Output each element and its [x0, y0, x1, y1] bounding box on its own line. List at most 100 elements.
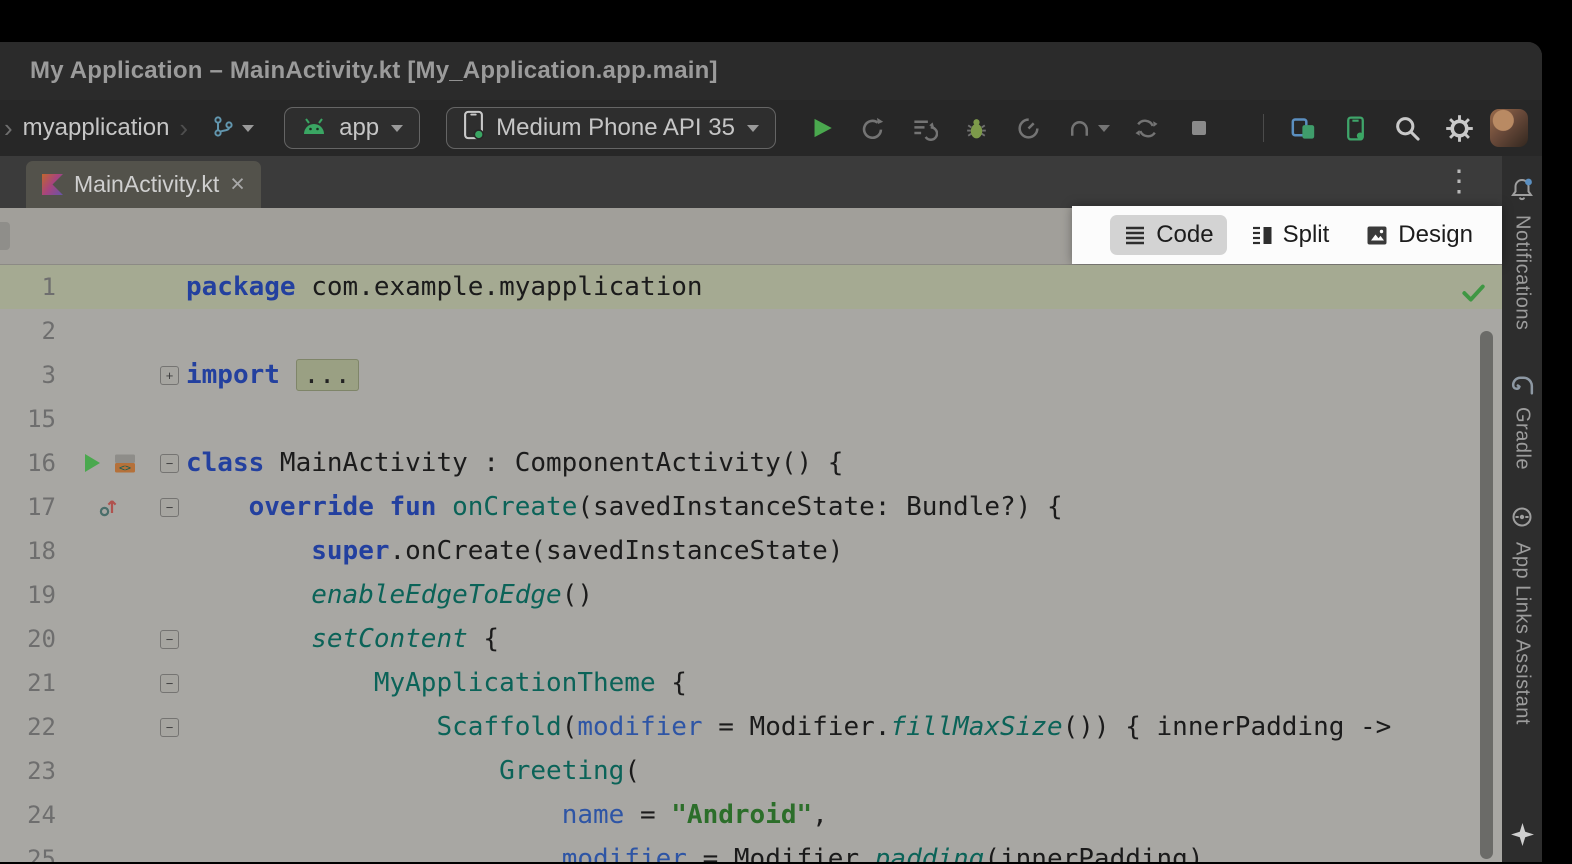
line-number: 2 — [0, 317, 56, 345]
code-line-18[interactable]: 18 super.onCreate(savedInstanceState) — [0, 529, 1502, 573]
settings-button[interactable] — [1438, 108, 1480, 148]
profiler-icon — [1015, 115, 1042, 142]
design-mode-icon — [1365, 223, 1389, 247]
class-gutter-icon[interactable]: <> — [113, 453, 137, 474]
project-name[interactable]: myapplication — [23, 114, 170, 142]
right-tool-stripe: Notifications Gradle A — [1502, 156, 1542, 862]
mode-design-button[interactable]: Design — [1352, 215, 1486, 255]
code-line-20[interactable]: 20− setContent { — [0, 617, 1502, 661]
tool-label: App Links Assistant — [1511, 542, 1534, 725]
gemini-sparkle-icon[interactable] — [1510, 822, 1535, 850]
cropped-tool-button — [0, 222, 10, 250]
editor-mode-switcher: Code Split — [1072, 206, 1502, 264]
mode-code-button[interactable]: Code — [1110, 215, 1226, 255]
code-line-22[interactable]: 22− Scaffold(modifier = Modifier.fillMax… — [0, 705, 1502, 749]
code-text: import ... — [186, 360, 359, 390]
tool-button-gradle[interactable]: Gradle — [1509, 374, 1536, 470]
editor-scrollbar[interactable] — [1480, 331, 1493, 859]
apply-changes-button[interactable] — [852, 108, 894, 148]
code-line-25[interactable]: 25 modifier = Modifier.padding(innerPadd… — [0, 837, 1502, 862]
profile-app-icon — [1066, 115, 1093, 142]
retry-debugger-button[interactable] — [1126, 108, 1168, 148]
tool-button-notifications[interactable]: Notifications — [1509, 176, 1535, 330]
code-text: Scaffold(modifier = Modifier.fillMaxSize… — [186, 712, 1391, 742]
code-line-19[interactable]: 19 enableEdgeToEdge() — [0, 573, 1502, 617]
search-everywhere-button[interactable] — [1386, 108, 1428, 148]
code-line-3[interactable]: 3+import ... — [0, 353, 1502, 397]
apply-changes-icon — [859, 115, 886, 142]
toolbar-right-group — [1255, 108, 1528, 148]
run-button[interactable] — [800, 108, 842, 148]
code-line-17[interactable]: 17− override fun onCreate(savedInstanceS… — [0, 485, 1502, 529]
window-titlebar[interactable]: My Application – MainActivity.kt [My_App… — [0, 42, 1542, 100]
layout-inspector-button[interactable] — [1282, 108, 1324, 148]
collapse-fold-icon[interactable]: − — [160, 630, 179, 649]
device-selector[interactable]: Medium Phone API 35 — [446, 107, 776, 149]
app-links-icon — [1509, 504, 1535, 533]
search-icon — [1393, 114, 1421, 142]
device-phone-icon — [463, 110, 484, 147]
collapse-fold-icon[interactable]: − — [160, 674, 179, 693]
android-studio-window: My Application – MainActivity.kt [My_App… — [0, 42, 1542, 862]
code-text: override fun onCreate(savedInstanceState… — [186, 492, 1063, 522]
inspection-check-icon[interactable] — [1460, 279, 1486, 309]
bell-icon — [1509, 176, 1535, 206]
collapse-fold-icon[interactable]: − — [160, 454, 179, 473]
line-number: 25 — [0, 845, 56, 862]
line-number: 19 — [0, 581, 56, 609]
line-number: 16 — [0, 449, 56, 477]
user-avatar[interactable] — [1490, 109, 1528, 147]
breadcrumb-chevron-icon: › — [4, 115, 13, 141]
split-mode-icon — [1250, 223, 1274, 247]
kotlin-file-icon — [42, 174, 63, 195]
tool-label: Notifications — [1511, 215, 1534, 330]
code-text: name = "Android", — [186, 800, 828, 830]
editor-tab-bar: MainActivity.kt × ⋮ — [0, 156, 1502, 208]
android-icon — [301, 114, 327, 142]
device-label: Medium Phone API 35 — [496, 114, 735, 142]
code-text: enableEdgeToEdge() — [186, 580, 593, 610]
run-config-selector[interactable]: app — [284, 107, 420, 149]
apply-code-changes-icon — [911, 115, 938, 142]
git-branch-icon — [212, 115, 236, 142]
code-line-16[interactable]: 16<>−class MainActivity : ComponentActiv… — [0, 441, 1502, 485]
profiler-dropdown-button[interactable] — [1060, 108, 1116, 148]
tab-options-kebab-icon[interactable]: ⋮ — [1438, 166, 1502, 198]
line-number: 21 — [0, 669, 56, 697]
code-text: modifier = Modifier.padding(innerPadding… — [186, 844, 1204, 862]
code-line-1[interactable]: 1package com.example.myapplication — [0, 265, 1502, 309]
chevron-down-icon — [747, 125, 759, 132]
content-area: MainActivity.kt × ⋮ Code — [0, 156, 1542, 862]
code-editor[interactable]: 1package com.example.myapplication23+imp… — [0, 265, 1502, 862]
mode-split-label: Split — [1283, 221, 1330, 249]
code-line-15[interactable]: 15 — [0, 397, 1502, 441]
run-gutter-icon[interactable] — [80, 451, 104, 475]
tool-button-app-links[interactable]: App Links Assistant — [1509, 504, 1535, 725]
code-text: package com.example.myapplication — [186, 272, 703, 302]
line-number: 24 — [0, 801, 56, 829]
code-line-2[interactable]: 2 — [0, 309, 1502, 353]
code-text: super.onCreate(savedInstanceState) — [186, 536, 843, 566]
window-title: My Application – MainActivity.kt [My_App… — [30, 57, 718, 85]
chevron-down-icon — [1098, 125, 1110, 132]
running-devices-icon — [1342, 115, 1369, 142]
mode-code-label: Code — [1156, 221, 1213, 249]
code-line-21[interactable]: 21− MyApplicationTheme { — [0, 661, 1502, 705]
debug-button[interactable] — [956, 108, 998, 148]
collapse-fold-icon[interactable]: − — [160, 718, 179, 737]
mode-split-button[interactable]: Split — [1237, 215, 1343, 255]
tab-mainactivity[interactable]: MainActivity.kt × — [26, 161, 261, 208]
running-devices-button[interactable] — [1334, 108, 1376, 148]
override-gutter-icon[interactable] — [98, 496, 118, 518]
code-text: setContent { — [186, 624, 499, 654]
profiler-button[interactable] — [1008, 108, 1050, 148]
code-line-23[interactable]: 23 Greeting( — [0, 749, 1502, 793]
svg-text:<>: <> — [118, 463, 130, 474]
collapse-fold-icon[interactable]: − — [160, 498, 179, 517]
vcs-widget[interactable] — [206, 111, 260, 146]
close-tab-icon[interactable]: × — [230, 172, 245, 197]
stop-button[interactable] — [1178, 108, 1220, 148]
expand-fold-icon[interactable]: + — [160, 366, 179, 385]
code-line-24[interactable]: 24 name = "Android", — [0, 793, 1502, 837]
apply-code-changes-button[interactable] — [904, 108, 946, 148]
